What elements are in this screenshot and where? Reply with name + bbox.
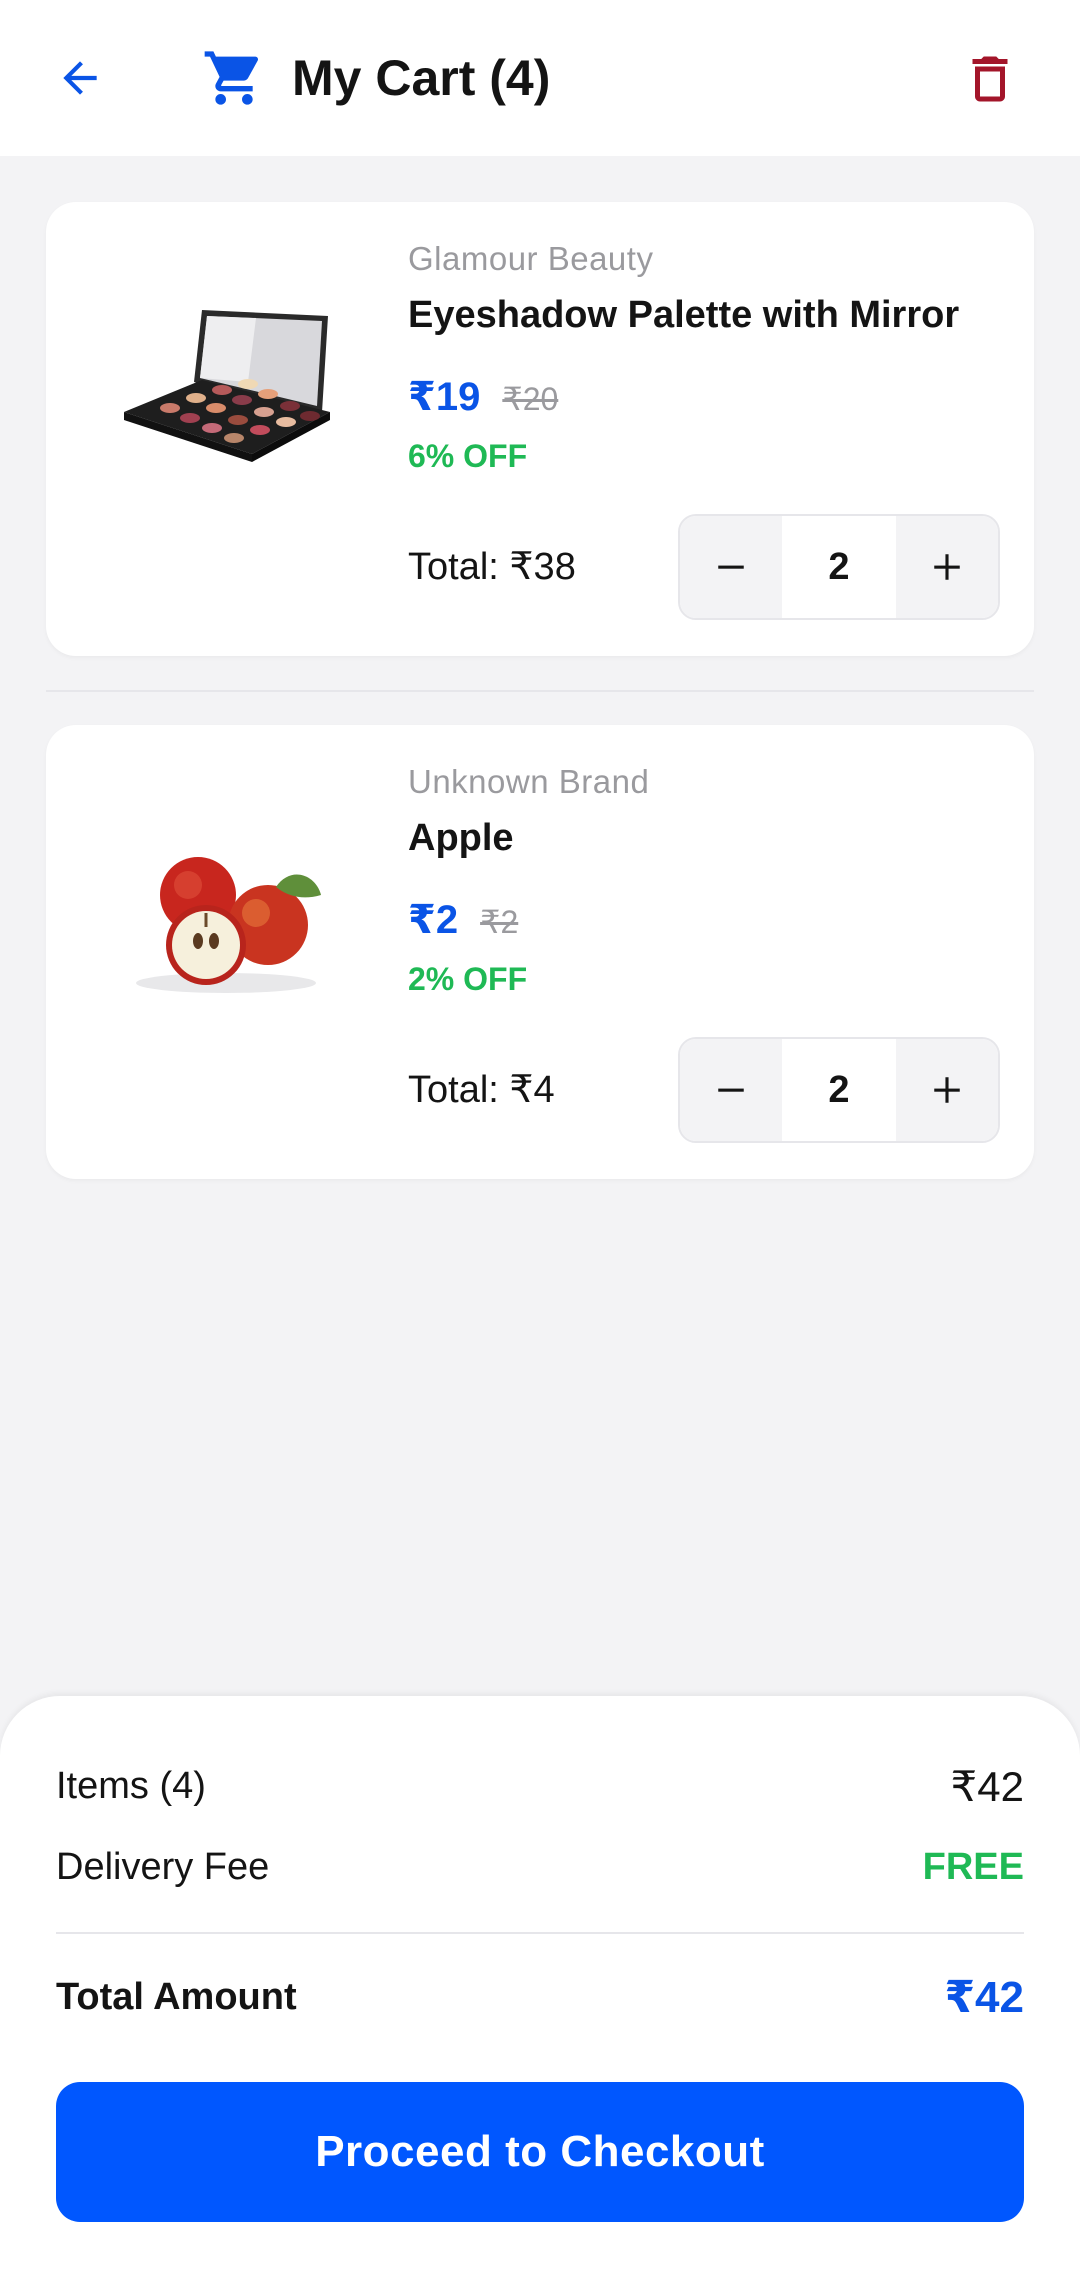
item-price: ₹2 xyxy=(408,898,459,942)
quantity-stepper: 2 xyxy=(678,1037,1000,1143)
clear-cart-button[interactable] xyxy=(955,44,1025,114)
item-original-price: ₹20 xyxy=(502,381,559,417)
increase-quantity-button[interactable] xyxy=(896,516,998,618)
delivery-value: FREE xyxy=(922,1846,1024,1888)
discount-label: 6% OFF xyxy=(408,438,528,474)
price-row: ₹2 ₹2 xyxy=(408,897,518,943)
items-row: Items (4) ₹42 xyxy=(56,1762,1024,1811)
total-amount-value: ₹42 xyxy=(944,1973,1024,2022)
quantity-value: 2 xyxy=(828,1068,850,1111)
checkout-button[interactable]: Proceed to Checkout xyxy=(56,2082,1024,2222)
item-original-price: ₹2 xyxy=(480,904,519,940)
items-value: ₹42 xyxy=(950,1763,1024,1810)
minus-icon xyxy=(718,565,744,569)
item-brand: Glamour Beauty xyxy=(408,240,654,277)
cart-item-card: Glamour Beauty Eyeshadow Palette with Mi… xyxy=(46,202,1034,656)
item-total: Total: ₹38 xyxy=(408,546,576,588)
divider xyxy=(46,690,1034,692)
quantity-value: 2 xyxy=(828,545,850,588)
summary-divider xyxy=(56,1932,1024,1934)
increase-quantity-button[interactable] xyxy=(896,1039,998,1141)
order-summary-panel: Items (4) ₹42 Delivery Fee FREE Total Am… xyxy=(0,1696,1080,2280)
items-label: Items (4) xyxy=(56,1765,206,1807)
app-header: My Cart (4) xyxy=(0,0,1080,156)
item-brand: Unknown Brand xyxy=(408,763,650,800)
item-name[interactable]: Eyeshadow Palette with Mirror xyxy=(408,294,959,337)
item-price: ₹19 xyxy=(408,375,481,419)
eyeshadow-palette-image xyxy=(106,272,336,502)
plus-icon xyxy=(934,554,960,580)
item-total: Total: ₹4 xyxy=(408,1069,555,1111)
item-name[interactable]: Apple xyxy=(408,817,514,860)
shopping-cart-icon xyxy=(200,44,268,112)
discount-label: 2% OFF xyxy=(408,961,528,997)
back-button[interactable] xyxy=(50,48,110,108)
apple-image xyxy=(106,795,336,1025)
cart-item-card: Unknown Brand Apple ₹2 ₹2 2% OFF Total: … xyxy=(46,725,1034,1179)
total-amount-label: Total Amount xyxy=(56,1976,297,2018)
page-title: My Cart (4) xyxy=(292,50,551,106)
total-row: Total Amount ₹42 xyxy=(56,1972,1024,2023)
delivery-row: Delivery Fee FREE xyxy=(56,1846,1024,1889)
decrease-quantity-button[interactable] xyxy=(680,1039,782,1141)
decrease-quantity-button[interactable] xyxy=(680,516,782,618)
arrow-left-icon xyxy=(63,61,97,95)
price-row: ₹19 ₹20 xyxy=(408,374,558,420)
trash-icon xyxy=(972,56,1008,102)
minus-icon xyxy=(718,1088,744,1092)
quantity-stepper: 2 xyxy=(678,514,1000,620)
plus-icon xyxy=(934,1077,960,1103)
delivery-label: Delivery Fee xyxy=(56,1846,270,1888)
